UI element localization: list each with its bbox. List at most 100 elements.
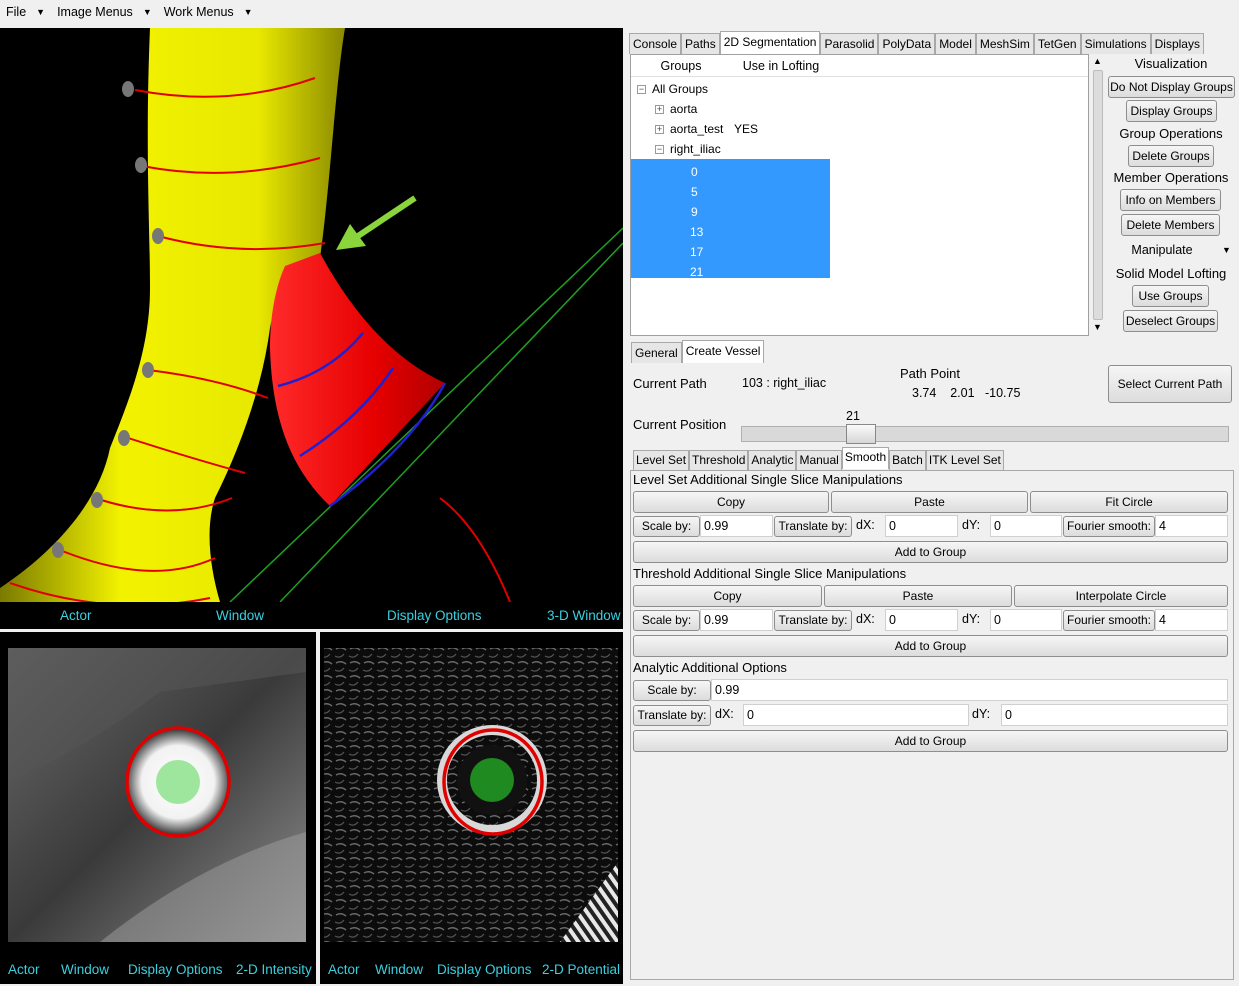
display-options-menu[interactable]: Display Options (437, 962, 532, 977)
collapse-icon[interactable]: − (655, 145, 664, 155)
analytic-dx-input[interactable]: 0 (743, 704, 969, 726)
levelset-scale-button[interactable]: Scale by: (633, 516, 700, 537)
levelset-add-to-group-button[interactable]: Add to Group (633, 541, 1228, 563)
threshold-add-to-group-button[interactable]: Add to Group (633, 635, 1228, 657)
groups-tree[interactable]: Groups Use in Lofting − All Groups + aorta… (630, 54, 1089, 336)
actor-menu[interactable]: Actor (60, 608, 92, 623)
do-not-display-groups-button[interactable]: Do Not Display Groups (1108, 76, 1235, 98)
analytic-dy-input[interactable]: 0 (1001, 704, 1228, 726)
tab-batch[interactable]: Batch (889, 450, 926, 470)
threshold-copy-button[interactable]: Copy (633, 585, 822, 607)
tab-smooth[interactable]: Smooth (841, 447, 890, 469)
tab-create-vessel[interactable]: Create Vessel (681, 340, 765, 363)
tab-manual[interactable]: Manual (796, 450, 842, 470)
scroll-up-icon[interactable]: ▲ (1093, 56, 1102, 66)
threshold-scale-button[interactable]: Scale by: (633, 610, 700, 631)
tab-polydata[interactable]: PolyData (878, 33, 936, 54)
levelset-copy-button[interactable]: Copy (633, 491, 829, 513)
threshold-scale-input[interactable]: 0.99 (700, 609, 773, 631)
menubar: File ▼ Image Menus ▼ Work Menus ▼ (0, 0, 625, 24)
image-menus-menu[interactable]: Image Menus ▼ (51, 5, 158, 19)
fit-circle-button[interactable]: Fit Circle (1030, 491, 1228, 513)
threshold-translate-button[interactable]: Translate by: (774, 610, 852, 631)
tree-scrollbar[interactable]: ▲ ▼ (1091, 56, 1105, 336)
tab-itk-level-set[interactable]: ITK Level Set (925, 450, 1004, 470)
delete-groups-button[interactable]: Delete Groups (1128, 145, 1214, 167)
actor-menu[interactable]: Actor (328, 962, 360, 977)
tab-parasolid[interactable]: Parasolid (820, 33, 879, 54)
3d-viewport[interactable] (0, 28, 623, 602)
scroll-down-icon[interactable]: ▼ (1093, 322, 1102, 332)
list-item[interactable]: 9 (691, 202, 698, 222)
tab-console[interactable]: Console (629, 33, 682, 54)
tab-2d-segmentation[interactable]: 2D Segmentation (719, 31, 821, 54)
display-options-menu[interactable]: Display Options (387, 608, 482, 623)
tab-general[interactable]: General (631, 342, 682, 363)
tab-simulations[interactable]: Simulations (1080, 33, 1151, 54)
expand-icon[interactable]: + (655, 125, 664, 135)
window-menu[interactable]: Window (216, 608, 264, 623)
position-slider[interactable] (741, 424, 1229, 444)
scroll-thumb[interactable] (1093, 70, 1103, 320)
threshold-dy-input[interactable]: 0 (990, 609, 1062, 631)
window-menu[interactable]: Window (61, 962, 109, 977)
window-title: 2-D Intensity (236, 961, 312, 977)
analytic-add-to-group-button[interactable]: Add to Group (633, 730, 1228, 752)
levelset-dy-input[interactable]: 0 (990, 515, 1062, 537)
actor-menu[interactable]: Actor (8, 962, 40, 977)
list-item[interactable]: 17 (690, 242, 703, 262)
info-on-members-button[interactable]: Info on Members (1120, 189, 1221, 211)
select-current-path-button[interactable]: Select Current Path (1108, 365, 1232, 403)
2d-intensity-viewport[interactable] (0, 632, 316, 954)
threshold-fourier-button[interactable]: Fourier smooth: (1063, 610, 1155, 631)
tree-node-aorta-test[interactable]: + aorta_test (655, 119, 723, 139)
levelset-paste-button[interactable]: Paste (831, 491, 1028, 513)
display-options-menu[interactable]: Display Options (128, 962, 223, 977)
visualization-label: Visualization (1134, 56, 1208, 71)
group-operations-label: Group Operations (1119, 126, 1223, 141)
tab-analytic[interactable]: Analytic (748, 450, 797, 470)
threshold-paste-button[interactable]: Paste (824, 585, 1012, 607)
interpolate-circle-button[interactable]: Interpolate Circle (1014, 585, 1228, 607)
list-item[interactable]: 0 (691, 162, 698, 182)
list-item[interactable]: 21 (690, 262, 703, 282)
levelset-translate-button[interactable]: Translate by: (774, 516, 852, 537)
levelset-scale-input[interactable]: 0.99 (700, 515, 773, 537)
window-menu[interactable]: Window (375, 962, 423, 977)
chevron-down-icon[interactable]: ▼ (1222, 245, 1231, 255)
window-title: 3-D Window (547, 608, 621, 623)
list-item[interactable]: 13 (690, 222, 703, 242)
analytic-translate-button[interactable]: Translate by: (633, 705, 711, 726)
tab-meshsim[interactable]: MeshSim (975, 33, 1034, 54)
display-groups-button[interactable]: Display Groups (1126, 100, 1217, 122)
tree-node-all-groups[interactable]: − All Groups (637, 79, 708, 99)
analytic-scale-input[interactable]: 0.99 (711, 679, 1228, 701)
tab-threshold[interactable]: Threshold (689, 450, 749, 470)
analytic-scale-button[interactable]: Scale by: (633, 680, 711, 701)
threshold-fourier-input[interactable]: 4 (1155, 609, 1228, 631)
tab-displays[interactable]: Displays (1150, 33, 1204, 54)
work-menus-menu[interactable]: Work Menus ▼ (158, 5, 259, 19)
list-item[interactable]: 5 (691, 182, 698, 202)
file-menu[interactable]: File ▼ (0, 5, 51, 19)
delete-members-button[interactable]: Delete Members (1121, 214, 1220, 236)
use-groups-button[interactable]: Use Groups (1132, 285, 1209, 307)
levelset-dx-input[interactable]: 0 (885, 515, 958, 537)
groups-column-header[interactable]: Groups (631, 55, 731, 76)
tab-level-set[interactable]: Level Set (633, 450, 690, 470)
expand-icon[interactable]: + (655, 105, 664, 115)
manipulate-dropdown[interactable]: Manipulate (1107, 243, 1217, 257)
slider-handle[interactable] (846, 424, 876, 444)
levelset-fourier-button[interactable]: Fourier smooth: (1063, 516, 1155, 537)
tab-tetgen[interactable]: TetGen (1033, 33, 1081, 54)
threshold-dx-input[interactable]: 0 (885, 609, 958, 631)
tree-node-right-iliac[interactable]: − right_iliac (655, 139, 721, 159)
lofting-column-header[interactable]: Use in Lofting (731, 55, 831, 76)
tab-model[interactable]: Model (935, 33, 976, 54)
levelset-fourier-input[interactable]: 4 (1155, 515, 1228, 537)
2d-potential-viewport[interactable] (320, 632, 623, 954)
tree-node-aorta[interactable]: + aorta (655, 99, 697, 119)
collapse-icon[interactable]: − (637, 85, 646, 95)
deselect-groups-button[interactable]: Deselect Groups (1123, 310, 1218, 332)
tab-paths[interactable]: Paths (681, 33, 720, 54)
